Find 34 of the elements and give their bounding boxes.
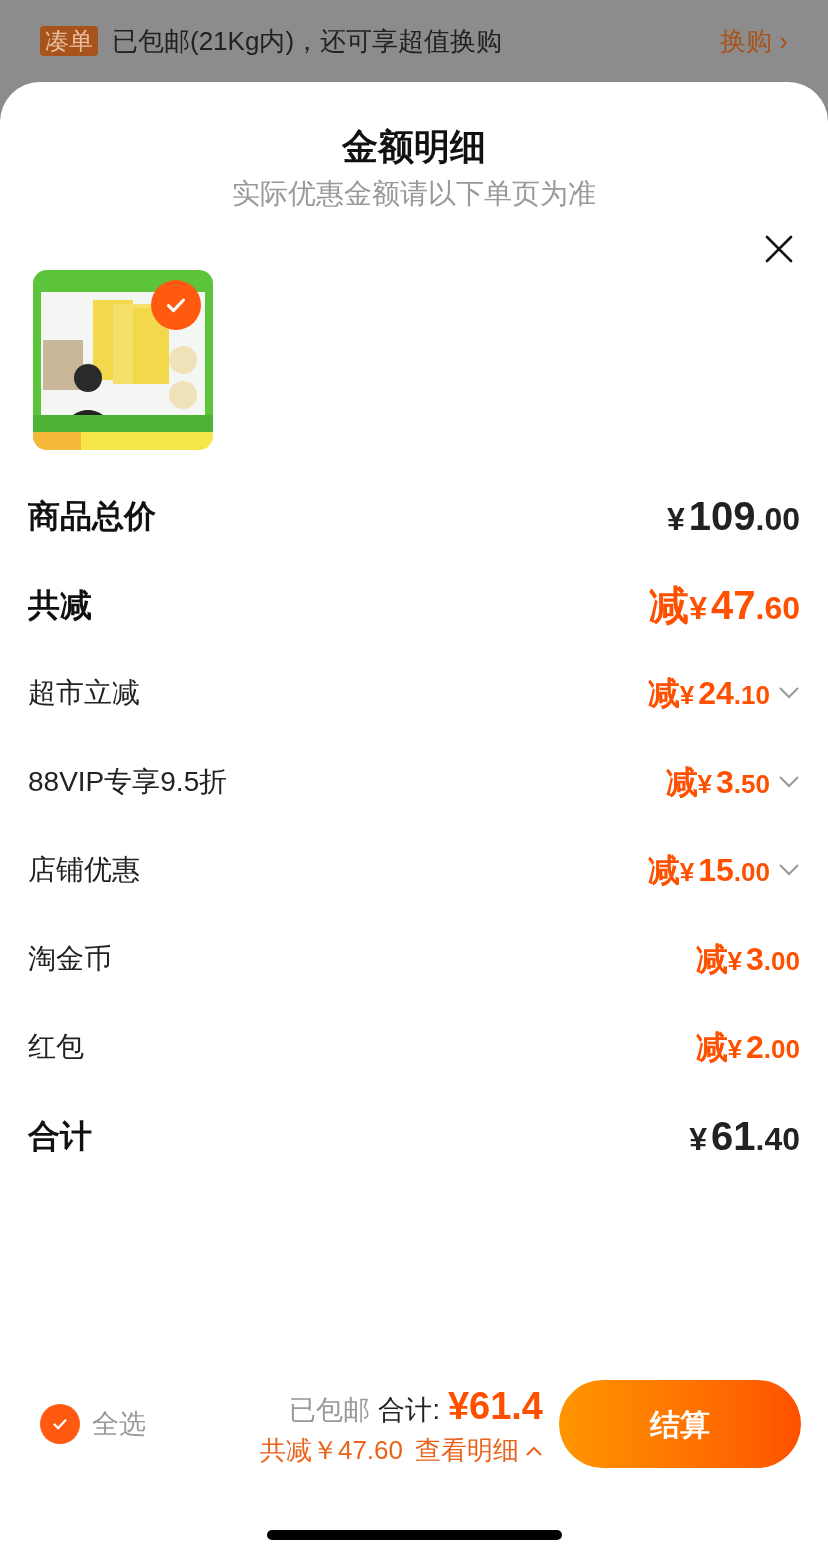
close-icon[interactable] — [764, 234, 794, 264]
details-link[interactable]: 查看明细 — [415, 1431, 543, 1470]
shipping-text: 已包邮 — [289, 1394, 371, 1427]
promo-tag: 凑单 — [40, 26, 98, 56]
amount-text: ¥109.00 — [666, 493, 800, 541]
total-label: 合计: — [378, 1394, 440, 1427]
row-label: 超市立减 — [28, 676, 141, 711]
row-label: 88VIP专享9.5折 — [28, 764, 229, 799]
exchange-link[interactable]: 换购 › — [720, 21, 788, 61]
chevron-up-icon — [525, 1444, 543, 1457]
row-label: 合计 — [28, 1116, 93, 1156]
row-label: 共减 — [28, 585, 93, 625]
amount-text: 减¥47.60 — [649, 581, 800, 629]
row-label: 红包 — [28, 1030, 85, 1065]
row-label: 店铺优惠 — [28, 853, 141, 888]
total-amount: ¥61.4 — [447, 1384, 543, 1429]
chevron-down-icon[interactable] — [778, 863, 800, 878]
chevron-down-icon[interactable] — [778, 774, 800, 789]
sheet-subtitle: 实际优惠金额请以下单页为准 — [232, 177, 596, 211]
amount-text: 减¥3.50 — [665, 762, 770, 802]
amount-text: 减¥24.10 — [647, 674, 770, 714]
row-label: 商品总价 — [28, 497, 157, 537]
amount-text: ¥61.40 — [689, 1112, 800, 1160]
checkout-button[interactable]: 结算 — [559, 1380, 801, 1468]
select-all-label[interactable]: 全选 — [92, 1403, 146, 1445]
checkbox[interactable] — [40, 1404, 80, 1444]
row-label: 淘金币 — [28, 941, 113, 976]
amount-text: 减¥15.00 — [647, 851, 770, 891]
chevron-down-icon[interactable] — [778, 686, 800, 701]
sheet-title: 金额明细 — [342, 125, 486, 169]
promo-text: 已包邮(21Kg内)，还可享超值换购 — [112, 24, 504, 58]
reduction-text: 共减￥47.60 — [259, 1434, 403, 1467]
amount-text: 减¥2.00 — [695, 1028, 800, 1068]
amount-text: 减¥3.00 — [695, 939, 800, 979]
